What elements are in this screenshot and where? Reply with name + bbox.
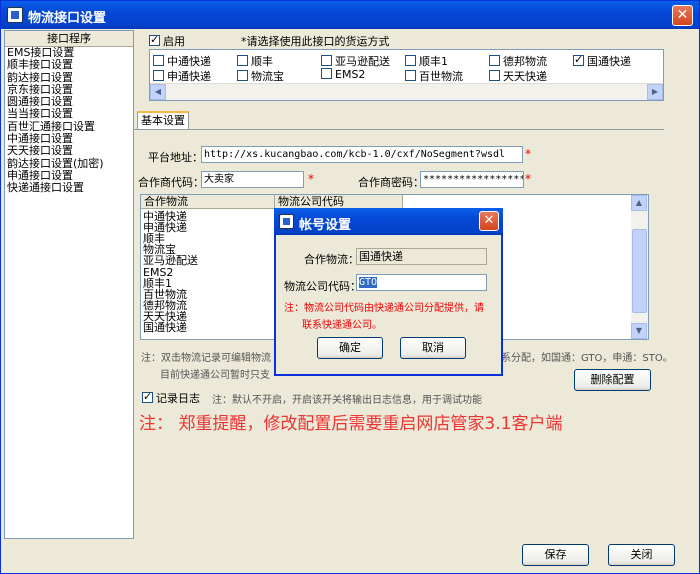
platform-url-input[interactable]: http://xs.kucangbao.com/kcb-1.0/cxf/NoSe… xyxy=(201,146,523,163)
scroll-left-icon[interactable]: ◀ xyxy=(150,84,166,100)
enable-checkbox-row[interactable]: 启用 xyxy=(149,33,185,49)
restart-warning: 注： 郑重提醒，修改配置后需要重启网店管家3.1客户端 xyxy=(139,414,563,434)
column-header-partner[interactable]: 合作物流 xyxy=(141,195,275,209)
list-item-dangdang[interactable]: 当当接口设置 xyxy=(5,108,133,121)
enable-checkbox[interactable] xyxy=(149,33,160,46)
column-header-code[interactable]: 物流公司代码 xyxy=(275,195,403,209)
main-window: 物流接口设置 ✕ 接口程序 EMS接口设置 顺丰接口设置 韵达接口设置 京东接口… xyxy=(0,0,700,574)
ship-option-ems2[interactable]: EMS2 xyxy=(321,68,365,81)
required-mark: * xyxy=(308,172,314,186)
checkbox[interactable] xyxy=(405,55,416,66)
ship-option-amazon[interactable]: 亚马逊配送 xyxy=(321,53,390,69)
tab-divider xyxy=(134,129,664,130)
dialog-title: 帐号设置 xyxy=(299,218,352,233)
ship-option-sto[interactable]: 申通快递 xyxy=(153,68,211,84)
partner-code-label: 合作商代码： xyxy=(138,176,204,189)
ship-label: 国通快递 xyxy=(587,55,631,68)
scroll-thumb[interactable] xyxy=(632,229,647,313)
ship-option-wuliubao[interactable]: 物流宝 xyxy=(237,68,284,84)
partner-password-input[interactable]: ******************** xyxy=(420,171,524,188)
title-bar[interactable]: 物流接口设置 ✕ xyxy=(1,1,699,29)
log-checkbox-row[interactable]: 记录日志 xyxy=(142,390,200,406)
close-button[interactable]: 关闭 xyxy=(608,544,675,566)
log-checkbox[interactable] xyxy=(142,390,153,403)
ship-label: 亚马逊配送 xyxy=(335,55,390,68)
list-item-tiantian[interactable]: 天天接口设置 xyxy=(5,145,133,158)
enable-label: 启用 xyxy=(163,35,185,48)
required-mark: * xyxy=(525,147,531,161)
horizontal-scrollbar[interactable]: ◀ ▶ xyxy=(150,83,663,100)
dialog-code-input[interactable]: GTO xyxy=(356,274,487,291)
log-hint: 注：默认不开启，开启该开关将输出日志信息，用于调试功能 xyxy=(212,395,482,406)
checkbox[interactable] xyxy=(321,55,332,66)
ship-label: EMS2 xyxy=(335,68,366,81)
checkbox[interactable] xyxy=(237,70,248,81)
shipping-method-list: 中通快递 顺丰 亚马逊配送 顺丰1 德邦物流 国通快递 申通快递 物流宝 EMS… xyxy=(149,49,664,101)
list-header: 接口程序 xyxy=(5,31,133,47)
partner-code-input[interactable]: 大卖家 xyxy=(201,171,304,188)
app-icon xyxy=(7,7,23,23)
list-item-sf[interactable]: 顺丰接口设置 xyxy=(5,58,133,71)
ship-label: 中通快递 xyxy=(167,55,211,68)
dialog-note-line2: 联系快递通公司。 xyxy=(302,320,382,331)
scroll-right-icon[interactable]: ▶ xyxy=(647,84,663,100)
vertical-scrollbar[interactable]: ▲ ▼ xyxy=(631,195,648,339)
partner-password-label: 合作商密码： xyxy=(358,176,424,189)
dialog-note-line1: 注：物流公司代码由快递通公司分配提供，请 xyxy=(284,303,484,314)
note-left: 注：双击物流记录可编辑物流 xyxy=(141,353,271,364)
delete-config-button[interactable]: 删除配置 xyxy=(574,369,651,391)
ship-label: 顺丰 xyxy=(251,55,273,68)
ship-option-sf1[interactable]: 顺丰1 xyxy=(405,53,448,69)
checkbox[interactable] xyxy=(321,68,332,79)
ship-label: 天天快递 xyxy=(503,70,547,83)
checkbox[interactable] xyxy=(489,55,500,66)
ship-option-tiantian[interactable]: 天天快递 xyxy=(489,68,547,84)
note-second-line: 目前快递通公司暂时只支 xyxy=(160,370,270,381)
ship-label: 申通快递 xyxy=(167,70,211,83)
table-row[interactable]: 国通快递 xyxy=(143,322,187,333)
checkbox[interactable] xyxy=(405,70,416,81)
account-settings-dialog: 帐号设置 ✕ 合作物流： 国通快递 物流公司代码： GTO 注：物流公司代码由快… xyxy=(274,208,503,376)
dialog-close-button[interactable]: ✕ xyxy=(479,211,499,231)
interface-program-list: 接口程序 EMS接口设置 顺丰接口设置 韵达接口设置 京东接口设置 圆通接口设置… xyxy=(4,30,134,539)
ship-option-guotong[interactable]: 国通快递 xyxy=(573,53,631,69)
dialog-cancel-button[interactable]: 取消 xyxy=(400,337,466,359)
tab-basic-settings[interactable]: 基本设置 xyxy=(137,111,189,130)
checkbox[interactable] xyxy=(237,55,248,66)
ship-option-deppon[interactable]: 德邦物流 xyxy=(489,53,547,69)
dialog-title-bar[interactable]: 帐号设置 ✕ xyxy=(274,208,503,235)
save-button[interactable]: 保存 xyxy=(522,544,589,566)
checkbox[interactable] xyxy=(573,53,584,66)
checkbox[interactable] xyxy=(489,70,500,81)
ship-option-sf[interactable]: 顺丰 xyxy=(237,53,273,69)
ship-label: 百世物流 xyxy=(419,70,463,83)
ship-option-best[interactable]: 百世物流 xyxy=(405,68,463,84)
log-label: 记录日志 xyxy=(156,392,200,405)
dialog-ok-button[interactable]: 确定 xyxy=(317,337,383,359)
dialog-code-label: 物流公司代码： xyxy=(284,280,361,293)
dialog-partner-value: 国通快递 xyxy=(356,248,487,265)
enable-hint: *请选择使用此接口的货运方式 xyxy=(241,35,390,48)
dialog-code-value: GTO xyxy=(359,277,378,288)
scroll-down-icon[interactable]: ▼ xyxy=(631,323,647,339)
ship-label: 德邦物流 xyxy=(503,55,547,68)
window-close-button[interactable]: ✕ xyxy=(672,5,693,26)
scroll-up-icon[interactable]: ▲ xyxy=(631,195,647,211)
checkbox[interactable] xyxy=(153,70,164,81)
list-item-kuaidi[interactable]: 快递通接口设置 xyxy=(5,181,133,194)
table-row[interactable]: 亚马逊配送 xyxy=(143,255,198,266)
platform-label: 平台地址： xyxy=(148,151,203,164)
ship-option-zto[interactable]: 中通快递 xyxy=(153,53,211,69)
note-right: 系分配，如国通：GTO，申通：STO。 xyxy=(501,353,673,364)
dialog-partner-label: 合作物流： xyxy=(304,253,359,266)
window-title: 物流接口设置 xyxy=(28,11,107,26)
dialog-app-icon xyxy=(279,214,294,229)
ship-label: 物流宝 xyxy=(251,70,284,83)
ship-label: 顺丰1 xyxy=(419,55,448,68)
checkbox[interactable] xyxy=(153,55,164,66)
required-mark: * xyxy=(525,172,531,186)
